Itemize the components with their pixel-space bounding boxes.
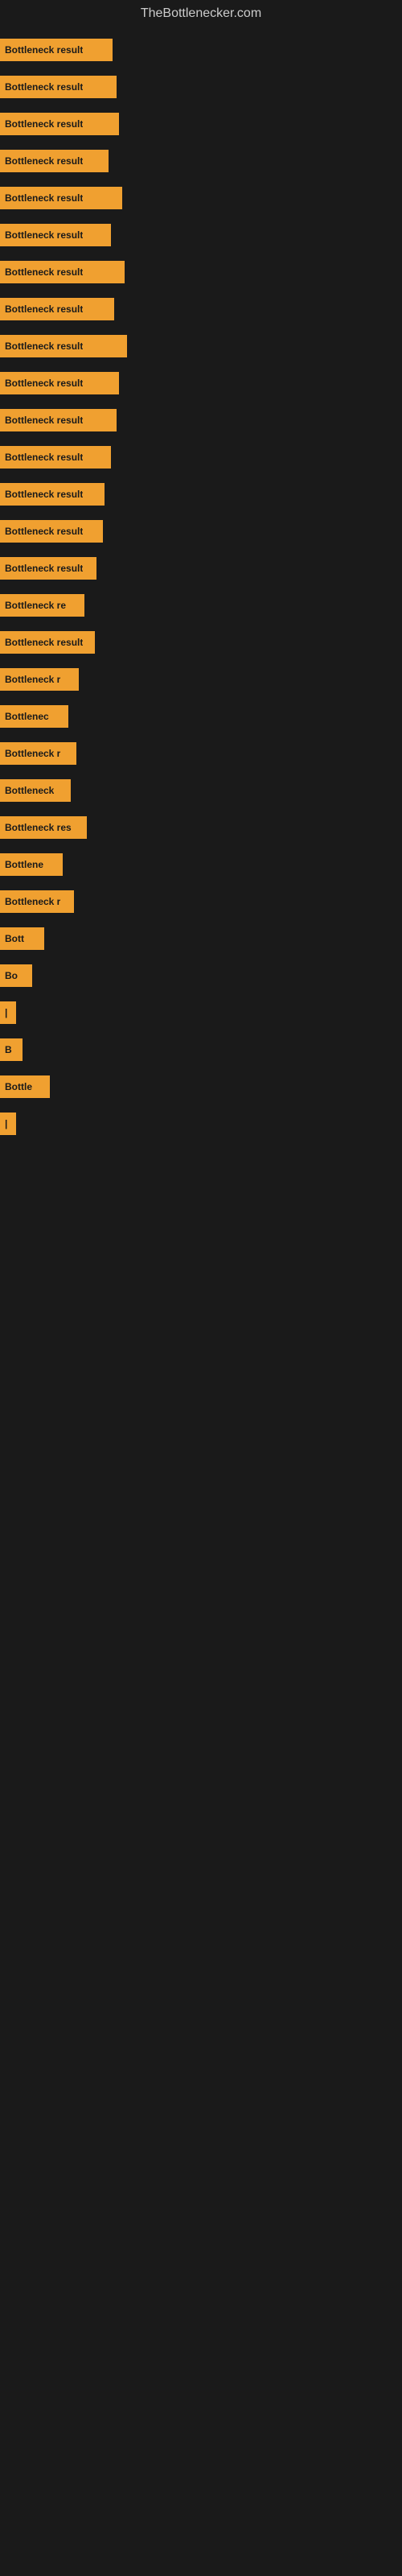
bottleneck-bar[interactable]: Bottleneck result (0, 631, 95, 654)
chart-area: Bottleneck result Bottleneck result Bottle… (0, 27, 402, 1146)
bar-row: Bottleneck result (0, 143, 402, 179)
bar-label: Bottleneck result (5, 415, 83, 426)
bar-label: Bottleneck result (5, 229, 83, 241)
bar-row: Bottleneck result (0, 254, 402, 290)
bar-label: B (5, 1044, 12, 1055)
bar-row: Bottleneck res (0, 810, 402, 845)
bar-label: Bottleneck result (5, 81, 83, 93)
bottleneck-bar[interactable]: | (0, 1001, 16, 1024)
bottleneck-bar[interactable]: | (0, 1113, 16, 1135)
bottleneck-bar[interactable]: Bottleneck r (0, 668, 79, 691)
bar-row: Bottleneck (0, 773, 402, 808)
bottleneck-bar[interactable]: Bottle (0, 1075, 50, 1098)
bar-row: Bottleneck r (0, 662, 402, 697)
bar-row: Bottlene (0, 847, 402, 882)
bottleneck-bar[interactable]: Bottleneck result (0, 520, 103, 543)
bar-row: Bottlenec (0, 699, 402, 734)
bottleneck-bar[interactable]: Bottlenec (0, 705, 68, 728)
bottleneck-bar[interactable]: Bottleneck (0, 779, 71, 802)
bottleneck-bar[interactable]: Bottleneck result (0, 76, 117, 98)
bar-row: Bo (0, 958, 402, 993)
bar-label: Bottleneck result (5, 489, 83, 500)
bar-label: Bottleneck r (5, 674, 60, 685)
bar-label: Bottleneck result (5, 118, 83, 130)
bar-label: Bottlene (5, 859, 43, 870)
bar-row: Bottleneck result (0, 328, 402, 364)
bottleneck-bar[interactable]: Bottleneck result (0, 39, 113, 61)
bottleneck-bar[interactable]: Bottleneck result (0, 446, 111, 469)
bottleneck-bar[interactable]: Bottleneck result (0, 298, 114, 320)
bottleneck-bar[interactable]: Bottleneck re (0, 594, 84, 617)
bottleneck-bar[interactable]: Bottleneck result (0, 483, 105, 506)
bar-label: Bottleneck result (5, 452, 83, 463)
bar-row: Bottleneck result (0, 217, 402, 253)
bottleneck-bar[interactable]: Bott (0, 927, 44, 950)
bar-label: Bottleneck result (5, 526, 83, 537)
bar-label: Bottleneck (5, 785, 54, 796)
bar-label: Bottleneck r (5, 896, 60, 907)
bar-label: Bottle (5, 1081, 32, 1092)
bar-label: Bo (5, 970, 18, 981)
bar-row: Bottleneck result (0, 106, 402, 142)
bar-row: B (0, 1032, 402, 1067)
bar-row: Bottleneck result (0, 402, 402, 438)
bar-label: | (5, 1118, 7, 1129)
bar-label: Bottleneck result (5, 192, 83, 204)
bottleneck-bar[interactable]: Bottleneck result (0, 113, 119, 135)
bar-row: Bottleneck result (0, 440, 402, 475)
bar-label: Bottleneck result (5, 378, 83, 389)
bar-row: Bottleneck result (0, 69, 402, 105)
bar-row: Bottleneck result (0, 514, 402, 549)
bottleneck-bar[interactable]: Bottleneck result (0, 224, 111, 246)
bar-row: Bottleneck result (0, 291, 402, 327)
bar-label: Bottleneck result (5, 155, 83, 167)
bottleneck-bar[interactable]: Bottleneck result (0, 557, 96, 580)
bar-label: | (5, 1007, 7, 1018)
bar-label: Bott (5, 933, 24, 944)
bar-row: Bottleneck r (0, 884, 402, 919)
bar-row: Bottleneck result (0, 365, 402, 401)
bar-label: Bottlenec (5, 711, 49, 722)
bar-row: Bottleneck result (0, 32, 402, 68)
bar-row: Bottleneck re (0, 588, 402, 623)
bar-row: Bott (0, 921, 402, 956)
bottleneck-bar[interactable]: Bo (0, 964, 32, 987)
bottleneck-bar[interactable]: Bottleneck res (0, 816, 87, 839)
bar-row: Bottle (0, 1069, 402, 1104)
bar-label: Bottleneck r (5, 748, 60, 759)
bar-row: Bottleneck result (0, 180, 402, 216)
bottleneck-bar[interactable]: Bottleneck result (0, 335, 127, 357)
bar-label: Bottleneck result (5, 303, 83, 315)
bar-label: Bottleneck re (5, 600, 66, 611)
bottleneck-bar[interactable]: Bottlene (0, 853, 63, 876)
bottleneck-bar[interactable]: Bottleneck result (0, 150, 109, 172)
bottleneck-bar[interactable]: Bottleneck result (0, 187, 122, 209)
bar-label: Bottleneck result (5, 637, 83, 648)
bar-label: Bottleneck result (5, 44, 83, 56)
site-title-text: TheBottlenecker.com (141, 6, 261, 20)
bottleneck-bar[interactable]: Bottleneck result (0, 372, 119, 394)
bar-label: Bottleneck result (5, 341, 83, 352)
bar-row: Bottleneck result (0, 625, 402, 660)
bar-row: | (0, 995, 402, 1030)
bottleneck-bar[interactable]: Bottleneck r (0, 890, 74, 913)
bottleneck-bar[interactable]: Bottleneck result (0, 409, 117, 431)
bottleneck-bar[interactable]: B (0, 1038, 23, 1061)
bottleneck-bar[interactable]: Bottleneck result (0, 261, 125, 283)
bar-row: Bottleneck result (0, 551, 402, 586)
bar-label: Bottleneck result (5, 563, 83, 574)
bar-row: Bottleneck result (0, 477, 402, 512)
bottleneck-bar[interactable]: Bottleneck r (0, 742, 76, 765)
site-title: TheBottlenecker.com (0, 0, 402, 27)
bar-label: Bottleneck result (5, 266, 83, 278)
bar-label: Bottleneck res (5, 822, 72, 833)
bar-row: | (0, 1106, 402, 1141)
bar-row: Bottleneck r (0, 736, 402, 771)
